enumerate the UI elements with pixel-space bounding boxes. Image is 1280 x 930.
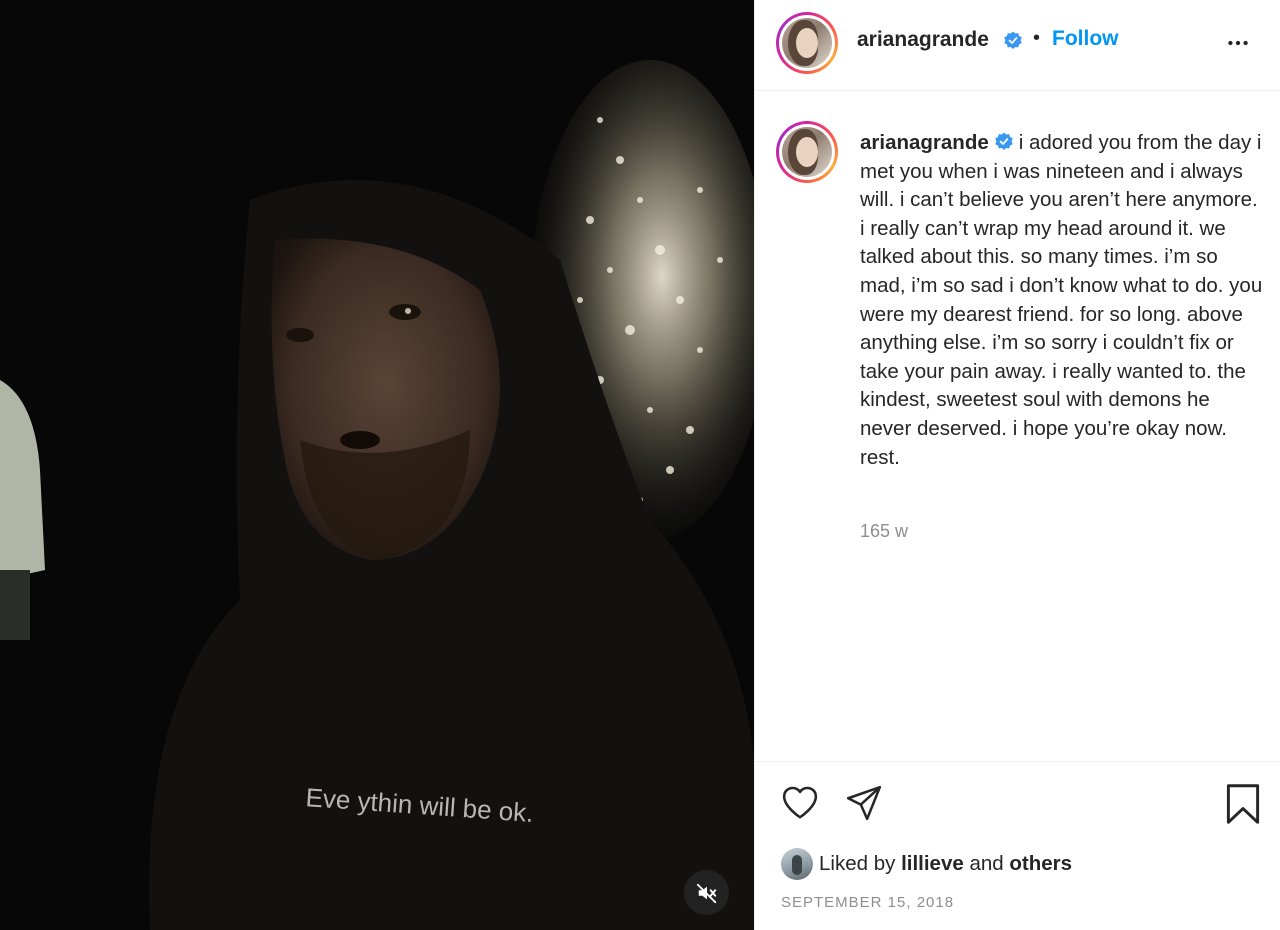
bookmark-icon[interactable] — [1224, 783, 1262, 825]
caption-text: i adored you from the day i met you when… — [860, 131, 1263, 469]
header-username[interactable]: arianagrande — [857, 28, 989, 52]
caption: arianagrande i adored you from the day i… — [860, 129, 1265, 472]
post-age[interactable]: 165 w — [860, 521, 908, 542]
liker-avatar[interactable] — [781, 848, 813, 880]
liked-by-prefix: Liked by — [819, 852, 896, 875]
verified-badge-icon — [995, 132, 1013, 150]
liker-username[interactable]: lillieve — [901, 852, 964, 875]
action-bar: Liked by lillieve and others SEPTEMBER 1… — [755, 761, 1280, 930]
post-panel: arianagrande • Follow arianagrande i ado… — [754, 0, 1280, 930]
post-media[interactable]: Eve ythin will be ok. — [0, 0, 754, 930]
post-header: arianagrande • Follow — [755, 0, 1280, 91]
avatar[interactable] — [776, 12, 838, 74]
liked-conjunction: and — [969, 852, 1004, 875]
share-icon[interactable] — [844, 784, 884, 822]
video-frame: Eve ythin will be ok. — [0, 0, 754, 930]
more-options-icon[interactable] — [1225, 30, 1251, 56]
follow-button[interactable]: Follow — [1052, 27, 1119, 51]
likes-summary: Liked by lillieve and others — [781, 848, 1072, 880]
mute-button[interactable] — [684, 870, 729, 915]
caption-avatar[interactable] — [776, 121, 838, 183]
verified-badge-icon — [1004, 31, 1022, 49]
separator-dot: • — [1033, 27, 1041, 49]
heart-icon[interactable] — [780, 784, 820, 822]
post-date[interactable]: SEPTEMBER 15, 2018 — [781, 894, 954, 911]
muted-speaker-icon — [696, 883, 716, 903]
likes-others-link[interactable]: others — [1009, 852, 1072, 875]
caption-username[interactable]: arianagrande — [860, 131, 989, 154]
caption-area: arianagrande i adored you from the day i… — [755, 91, 1280, 761]
